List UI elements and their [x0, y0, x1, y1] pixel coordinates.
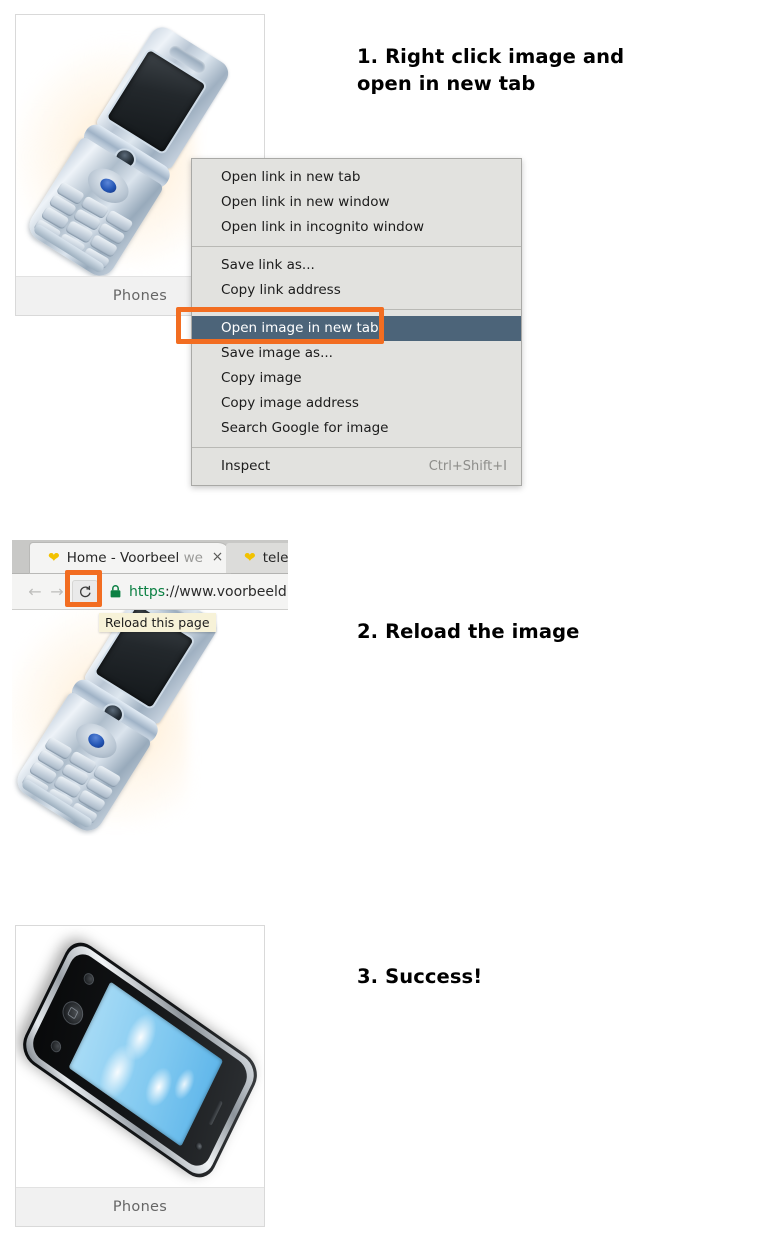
context-menu-separator: [192, 246, 521, 247]
flipphone-dpad-center: [97, 175, 119, 196]
browser-tab-telefoons[interactable]: ❤ telefo: [226, 543, 288, 573]
browser-tab-home[interactable]: ❤ Home - Voorbeeld we ×: [30, 543, 230, 573]
menu-item-label: Open link in new tab: [221, 169, 361, 185]
smartphone-side-button-left: [81, 970, 96, 988]
lock-icon: [110, 585, 121, 598]
product-card-third[interactable]: Phones: [15, 925, 265, 1227]
menu-item-copy-image-address[interactable]: Copy image address: [192, 391, 521, 416]
smartphone-earpiece: [208, 1100, 223, 1126]
menu-item-label: Search Google for image: [221, 420, 389, 436]
menu-item-label: Inspect: [221, 458, 271, 474]
menu-item-label: Copy image: [221, 370, 302, 386]
browser-tab-title: telefo: [262, 550, 288, 566]
menu-item-search-google-for-image[interactable]: Search Google for image: [192, 416, 521, 441]
menu-item-copy-image[interactable]: Copy image: [192, 366, 521, 391]
menu-item-open-link-new-window[interactable]: Open link in new window: [192, 190, 521, 215]
product-card-caption-label: Phones: [112, 288, 168, 304]
reload-tooltip: Reload this page: [99, 613, 216, 632]
browser-tab-title-faded: we: [183, 550, 203, 566]
menu-item-label: Save image as...: [221, 345, 333, 361]
smartphone-body: [16, 934, 264, 1186]
browser-window[interactable]: ❤ Home - Voorbeeld we × ❤ telefo ← →: [12, 540, 288, 836]
menu-item-copy-link-address[interactable]: Copy link address: [192, 278, 521, 303]
smartphone-screen-wallpaper: [68, 981, 224, 1147]
back-arrow-icon[interactable]: ←: [24, 583, 46, 600]
smartphone-illustration: [16, 934, 264, 1186]
context-menu-group-inspect: Inspect Ctrl+Shift+I: [192, 454, 521, 479]
heart-icon: ❤: [48, 550, 60, 566]
menu-item-inspect[interactable]: Inspect Ctrl+Shift+I: [192, 454, 521, 479]
smartphone-front-face: [27, 947, 253, 1173]
url-scheme: https: [129, 583, 166, 600]
context-menu-separator: [192, 447, 521, 448]
browser-tab-title: Home - Voorbeeld: [66, 550, 180, 566]
product-image-smartphone[interactable]: Phones: [16, 926, 264, 1226]
address-bar[interactable]: https://www.voorbeeld: [110, 584, 288, 600]
product-card-caption-label: Phones: [112, 1199, 168, 1215]
close-icon[interactable]: ×: [211, 550, 224, 565]
context-menu-group-link: Open link in new tab Open link in new wi…: [192, 165, 521, 240]
smartphone-side-button-right: [48, 1038, 63, 1055]
heart-icon: ❤: [244, 550, 256, 566]
flipphone-dpad-center: [85, 730, 107, 751]
menu-item-label: Open link in new window: [221, 194, 390, 210]
menu-item-save-link-as[interactable]: Save link as...: [192, 253, 521, 278]
highlight-reload-button: [65, 570, 102, 607]
menu-item-label: Copy image address: [221, 395, 359, 411]
smartphone-front-camera-icon: [194, 1141, 204, 1152]
smartphone-metal-band: [20, 938, 260, 1182]
highlight-open-image-new-tab: [176, 307, 384, 344]
url-host: ://www.voorbeeld: [165, 583, 287, 600]
context-menu-group-save-link: Save link as... Copy link address: [192, 253, 521, 303]
browser-toolbar[interactable]: ← → https://www.voorbeeld: [12, 574, 288, 610]
menu-item-label: Copy link address: [221, 282, 341, 298]
menu-item-shortcut: Ctrl+Shift+I: [428, 459, 507, 474]
menu-item-label: Save link as...: [221, 257, 315, 273]
menu-item-label: Open link in incognito window: [221, 219, 425, 235]
menu-item-open-link-incognito[interactable]: Open link in incognito window: [192, 215, 521, 240]
product-card-caption: Phones: [16, 1187, 264, 1226]
menu-item-save-image-as[interactable]: Save image as...: [192, 341, 521, 366]
step-1-heading: 1. Right click image and open in new tab: [357, 45, 625, 95]
menu-item-open-link-new-tab[interactable]: Open link in new tab: [192, 165, 521, 190]
browser-tabstrip[interactable]: ❤ Home - Voorbeeld we × ❤ telefo: [12, 540, 288, 574]
smartphone-home-button: [58, 996, 87, 1030]
reloaded-image-flipphone[interactable]: [12, 610, 288, 836]
step-2-heading: 2. Reload the image: [357, 620, 580, 643]
step-3-heading: 3. Success!: [357, 965, 483, 988]
